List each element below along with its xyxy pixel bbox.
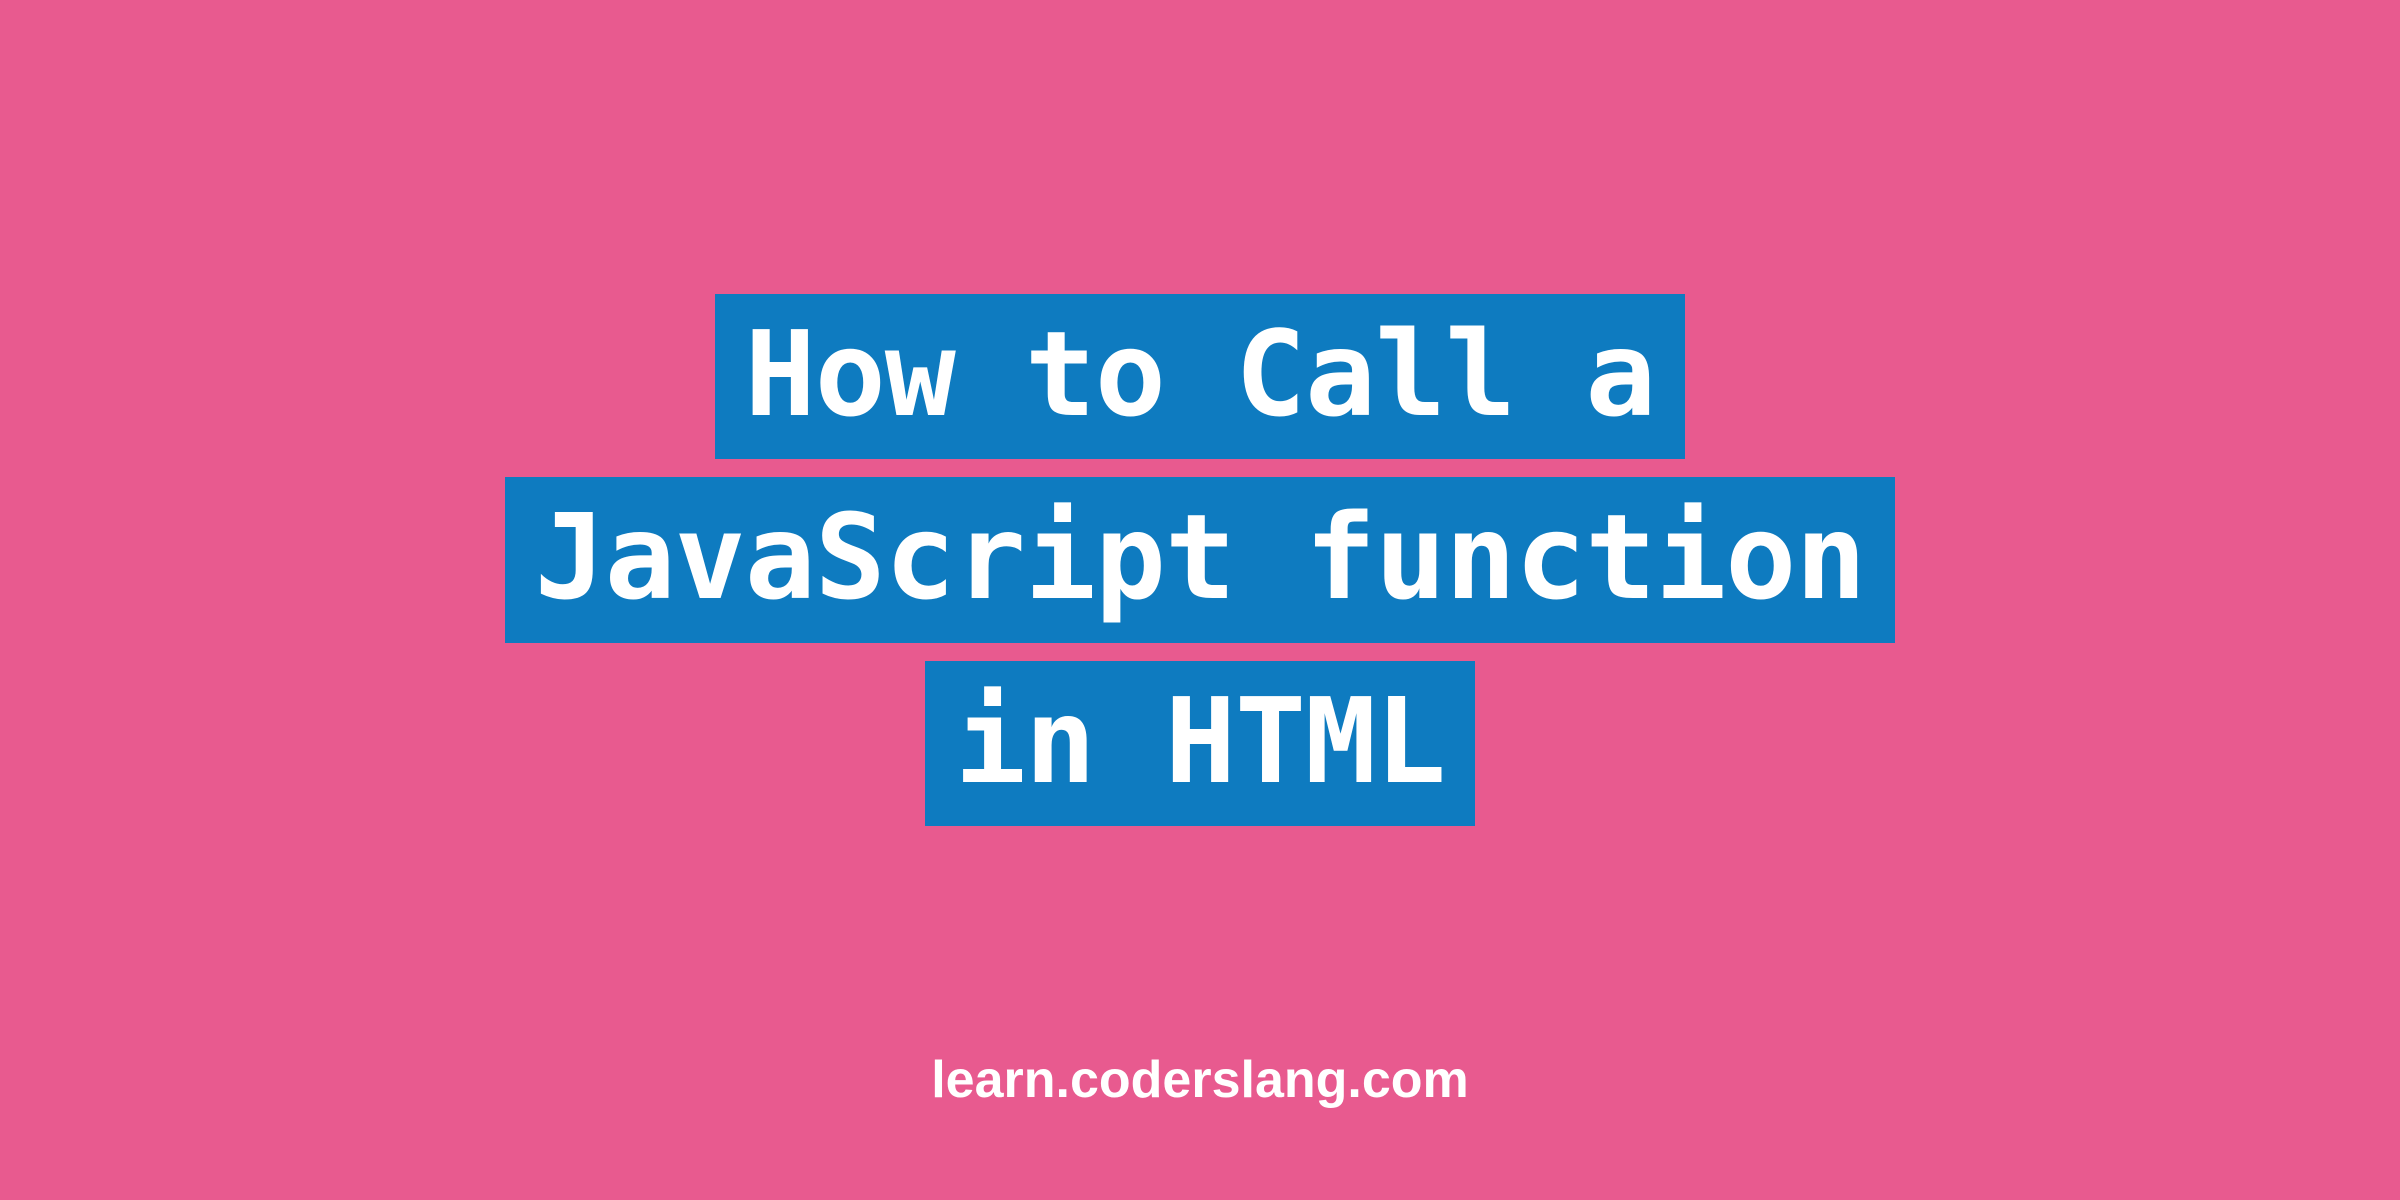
title-line-3: in HTML [925,661,1475,826]
footer-site-label: learn.coderslang.com [931,1050,1469,1110]
title-line-2: JavaScript function [505,477,1896,642]
title-container: How to Call a JavaScript function in HTM… [505,294,1896,826]
title-line-1: How to Call a [715,294,1686,459]
